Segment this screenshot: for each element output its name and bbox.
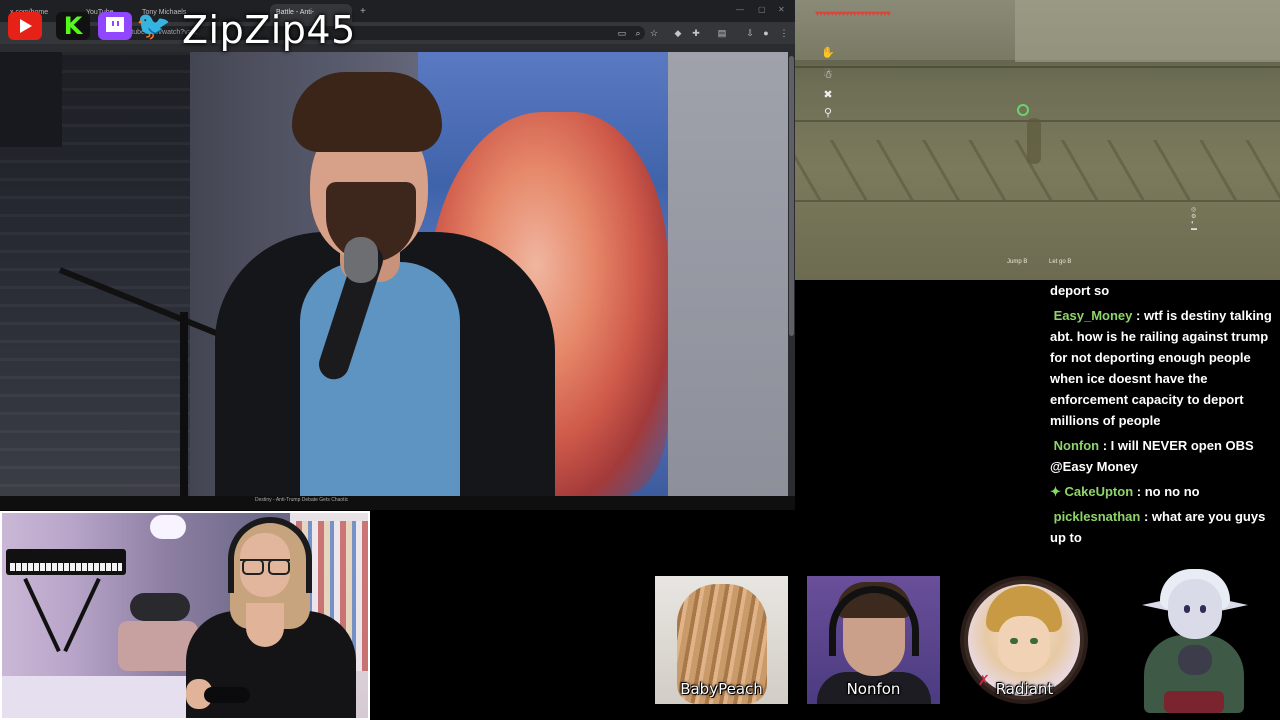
chat-username: Easy_Money: [1053, 308, 1133, 323]
scrollbar-thumb[interactable]: [789, 56, 794, 336]
chat-text: : wtf is destiny talking abt. how is he …: [1050, 308, 1272, 428]
menu-icon[interactable]: ⋮: [778, 27, 790, 39]
close-icon[interactable]: ✕: [778, 5, 785, 14]
avatar-eye: [1010, 638, 1018, 644]
health-hearts: ♥♥♥♥♥♥♥♥♥♥♥♥♥♥♥♥♥♥♥♥: [815, 9, 891, 18]
game-wall-light: [1015, 0, 1280, 62]
twitch-icon: [98, 12, 132, 40]
avatar-eye: [1184, 605, 1190, 613]
puzzle-icon[interactable]: ✚: [690, 27, 702, 39]
video-title: Destiny - Anti-Trump Debate Gets Chaotic: [255, 497, 349, 503]
chat-panel: deport so Easy_Money : wtf is destiny ta…: [1050, 280, 1280, 552]
download-icon[interactable]: ⇩: [744, 27, 756, 39]
avatar: [1168, 579, 1222, 639]
chat-message: Nonfon : I will NEVER open OBS @Easy Mon…: [1050, 435, 1280, 477]
webcam-border: [0, 511, 370, 720]
let-go-prompt: Let go B: [1049, 259, 1072, 265]
participant-tile-radiant: ✗ Radiant: [958, 576, 1091, 704]
extension-icon[interactable]: ◆: [672, 27, 684, 39]
participant-name: BabyPeach: [680, 680, 763, 698]
avatar-face: [998, 616, 1050, 672]
ability-icon: ✋: [821, 47, 835, 59]
microphone-head: [344, 237, 378, 283]
webcam-feed: [0, 511, 370, 720]
chat-message: CakeUpton : no no no: [1050, 481, 1280, 502]
video-player-bar[interactable]: Destiny - Anti-Trump Debate Gets Chaotic: [0, 496, 795, 510]
maximize-icon[interactable]: ▢: [758, 5, 766, 14]
minimize-icon[interactable]: —: [736, 5, 744, 14]
participant-name: Radiant: [995, 680, 1054, 698]
chat-username: picklesnathan: [1053, 509, 1141, 524]
controls-hud: ◎ ⚙ ◐ ▬: [1191, 207, 1197, 232]
jump-prompt: Jump B: [1007, 259, 1028, 265]
streamer-handle: ZipZip45: [182, 8, 356, 52]
speaker-shirt: [300, 262, 460, 496]
chat-message: picklesnathan : what are you guys up to: [1050, 506, 1280, 548]
ability-icon: ☃: [823, 69, 833, 81]
ability-icon: ⚲: [823, 107, 833, 119]
zoom-icon[interactable]: ⌕: [632, 27, 644, 39]
game-character: [1027, 118, 1041, 164]
cat-companion: [1178, 645, 1212, 675]
participant-tile-babypeach: BabyPeach: [655, 576, 788, 704]
participant-tile-nonfon: Nonfon: [807, 576, 940, 704]
participant-tile-elf: [1138, 565, 1248, 715]
youtube-icon: [8, 12, 42, 40]
avatar-eye: [1200, 605, 1206, 613]
target-marker-icon: [1017, 104, 1029, 116]
chat-text: : no no no: [1136, 484, 1200, 499]
page-scrollbar[interactable]: [788, 52, 795, 496]
profile-icon[interactable]: ●: [760, 27, 772, 39]
avatar-eye: [1030, 638, 1038, 644]
video-frame[interactable]: [0, 52, 788, 496]
ability-icon: ✖: [823, 89, 833, 101]
mic-pole: [180, 312, 188, 496]
twitter-icon: 🐦: [136, 10, 171, 41]
game-wall-band: [795, 200, 1280, 202]
kick-icon: K: [56, 12, 90, 40]
dark-box: [0, 52, 62, 147]
speaker-hair: [292, 72, 442, 152]
right-wall: [668, 52, 788, 496]
new-tab-button[interactable]: +: [360, 6, 366, 17]
game-wall-band: [795, 66, 1280, 68]
game-capture: ♥♥♥♥♥♥♥♥♥♥♥♥♥♥♥♥♥♥♥♥ ✋ ☃ ✖ ⚲ Jump B Let …: [795, 0, 1280, 280]
chat-username: CakeUpton: [1050, 484, 1133, 499]
participant-name: Nonfon: [846, 680, 901, 698]
chat-username: Nonfon: [1053, 438, 1100, 453]
bookmarks-bar: [0, 44, 795, 52]
cast-icon[interactable]: ▭: [616, 27, 628, 39]
sidebar-icon[interactable]: ▤: [716, 27, 728, 39]
chat-message: Easy_Money : wtf is destiny talking abt.…: [1050, 305, 1280, 431]
bookmark-star-icon[interactable]: ☆: [648, 27, 660, 39]
chat-message: deport so: [1050, 280, 1280, 301]
chat-text: deport so: [1050, 283, 1110, 298]
browser-capture: x.com/home YouTube Tony Michaels Battle …: [0, 0, 795, 510]
avatar-boots: [1164, 691, 1224, 713]
